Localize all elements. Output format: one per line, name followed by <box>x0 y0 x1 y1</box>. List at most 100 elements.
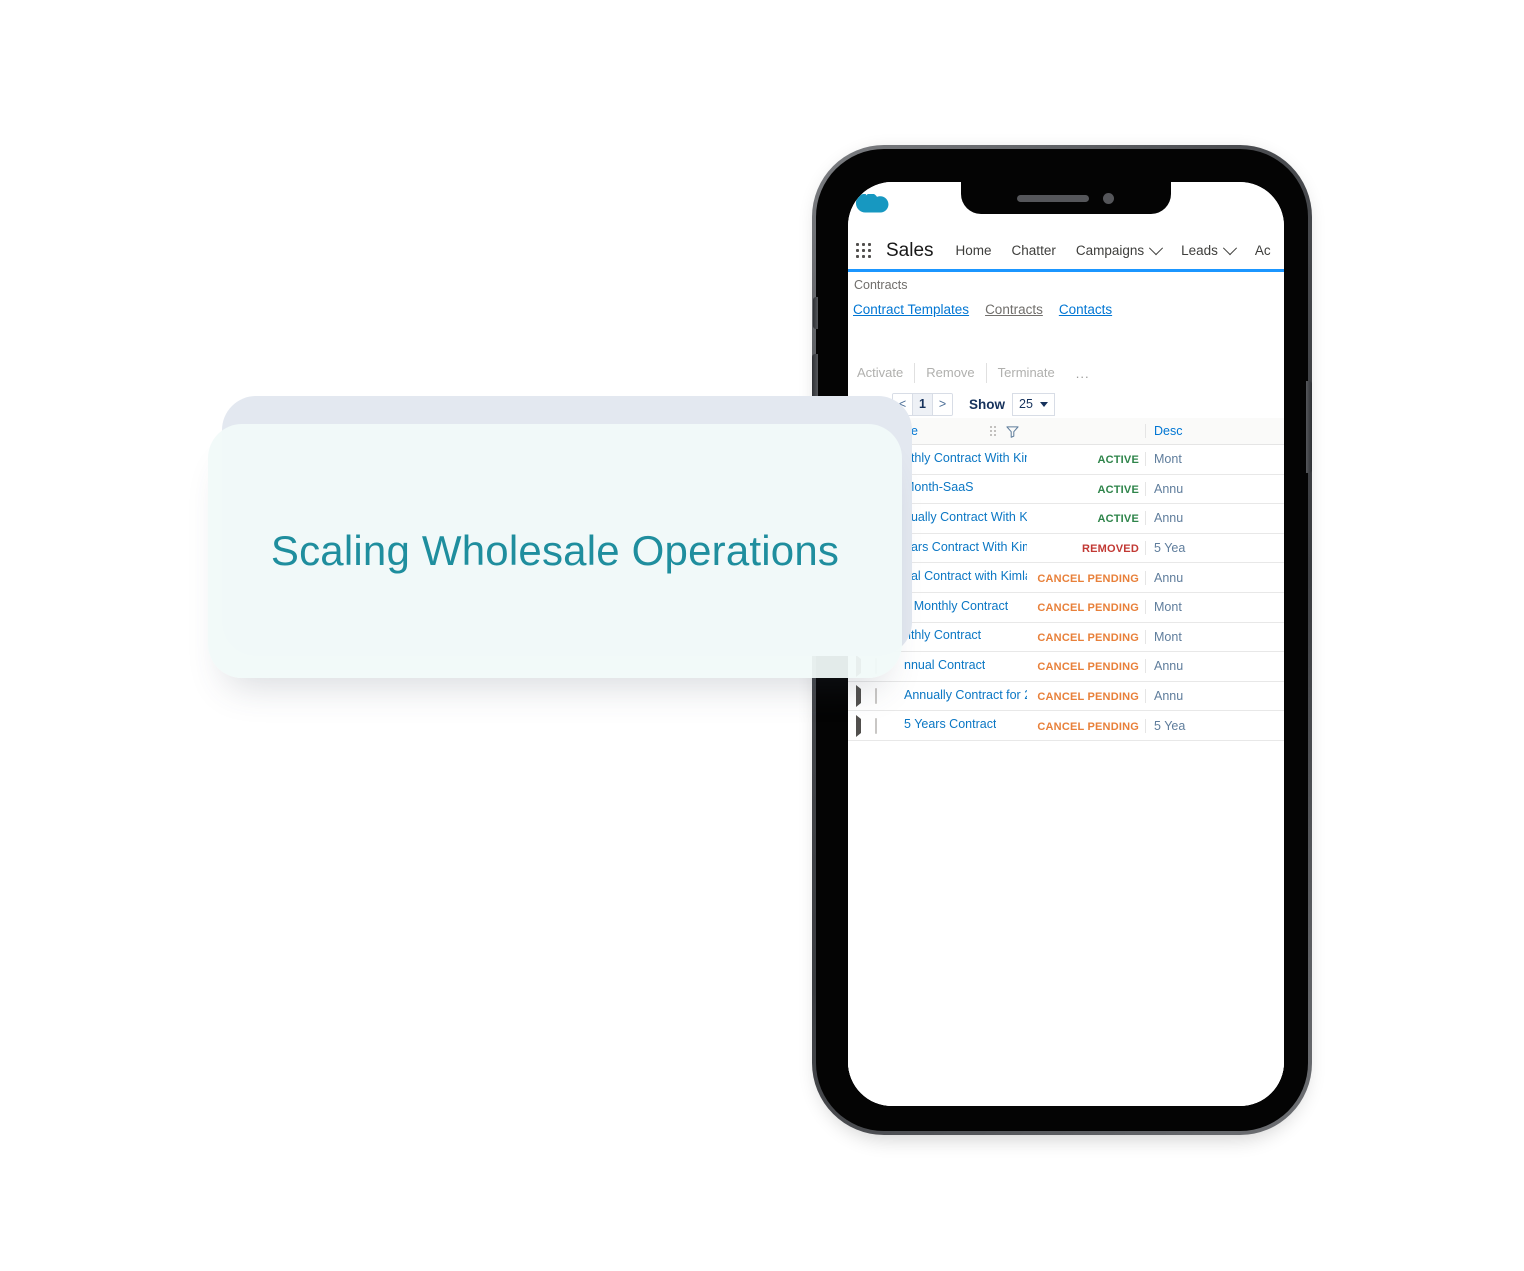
app-launcher-waffle-icon[interactable] <box>856 242 872 259</box>
table-row[interactable]: nthly Contract CANCEL PENDING Mont <box>848 622 1284 653</box>
terminate-button[interactable]: Terminate <box>987 363 1066 383</box>
row-status-cell: CANCEL PENDING <box>1027 689 1145 703</box>
page-size-select[interactable]: 25 <box>1012 392 1055 416</box>
description-text: Annu <box>1154 570 1184 585</box>
status-badge: CANCEL PENDING <box>1037 691 1139 704</box>
earpiece-speaker-icon <box>1017 195 1089 202</box>
checkbox-icon[interactable] <box>875 717 877 734</box>
table-row[interactable]: ears Contract With Kimla REMOVED 5 Yea <box>848 533 1284 564</box>
nav-item-label: Campaigns <box>1075 243 1145 258</box>
subtab-contract-templates[interactable]: Contract Templates <box>853 302 969 317</box>
row-name-cell: ual Contract with Kimla 2022 <box>896 569 1027 586</box>
status-badge: CANCEL PENDING <box>1037 602 1139 615</box>
row-description-cell: Annu <box>1145 511 1284 526</box>
nav-item-home[interactable]: Home <box>956 243 992 258</box>
record-action-toolbar: Activate Remove Terminate ... <box>848 360 1284 386</box>
record-name-link[interactable]: 5 Years Contract <box>904 717 996 731</box>
status-badge: CANCEL PENDING <box>1037 661 1139 674</box>
description-text: Annu <box>1154 481 1184 496</box>
status-badge: CANCEL PENDING <box>1037 631 1139 644</box>
description-text: Mont <box>1154 629 1182 644</box>
column-grip-icon[interactable] <box>990 426 997 436</box>
nav-item-leads[interactable]: Leads <box>1181 240 1237 258</box>
record-name-link[interactable]: nthly Contract With Kimla <box>904 451 1027 465</box>
filter-funnel-icon[interactable] <box>1006 425 1019 438</box>
nav-item-accounts[interactable]: Ac <box>1255 243 1271 258</box>
row-name-cell: v Monthly Contract <box>896 599 1027 616</box>
nav-item-label: Leads <box>1181 243 1218 258</box>
row-status-cell: REMOVED <box>1027 541 1145 555</box>
activate-button[interactable]: Activate <box>848 363 916 383</box>
row-expand-button[interactable] <box>848 714 870 737</box>
table-body: nthly Contract With Kimla ACTIVE Mont Month… <box>848 445 1284 741</box>
row-name-cell: nnual Contract <box>896 658 1027 675</box>
row-expand-button[interactable] <box>848 685 870 708</box>
remove-button[interactable]: Remove <box>915 363 987 383</box>
page-subtabs: Contract Templates Contracts Contacts <box>853 302 1112 317</box>
chevron-down-icon <box>1039 401 1048 407</box>
table-row[interactable]: 5 Years Contract CANCEL PENDING 5 Yea <box>848 711 1284 741</box>
description-text: Mont <box>1154 600 1182 615</box>
nav-item-label: Ac <box>1254 243 1271 258</box>
row-description-cell: Annu <box>1145 481 1284 496</box>
table-row[interactable]: v Monthly Contract CANCEL PENDING Mont <box>848 592 1284 623</box>
table-row[interactable]: ual Contract with Kimla 2022 CANCEL PENDI… <box>848 563 1284 593</box>
description-text: Annu <box>1154 511 1184 526</box>
nav-item-chatter[interactable]: Chatter <box>1012 243 1056 258</box>
record-name-link[interactable]: ears Contract With Kimla <box>904 540 1027 554</box>
row-select-checkbox[interactable] <box>870 717 896 734</box>
chevron-right-icon <box>856 714 861 737</box>
table-row[interactable]: Annually Contract for 2020 CANCEL PENDING… <box>848 681 1284 712</box>
row-name-cell: nthly Contract <box>896 628 1027 645</box>
chevron-down-icon[interactable] <box>1222 240 1237 255</box>
status-badge: ACTIVE <box>1097 454 1139 467</box>
page-size-value: 25 <box>1019 397 1033 411</box>
row-description-cell: 5 Yea <box>1145 541 1284 556</box>
row-name-cell: Month-SaaS <box>896 480 1027 497</box>
row-description-cell: Annu <box>1145 570 1284 585</box>
description-text: Mont <box>1154 452 1182 467</box>
row-select-checkbox[interactable] <box>870 688 896 705</box>
app-name-label: Sales <box>886 239 934 261</box>
status-badge: CANCEL PENDING <box>1037 720 1139 733</box>
record-name-link[interactable]: Month-SaaS <box>904 480 973 494</box>
row-description-cell: Mont <box>1145 629 1284 644</box>
nav-item-campaigns[interactable]: Campaigns <box>1075 240 1164 258</box>
title-card: Scaling Wholesale Operations <box>208 424 902 678</box>
current-page-number[interactable]: 1 <box>913 393 933 415</box>
row-description-cell: 5 Yea <box>1145 718 1284 733</box>
table-header-row: ne <box>848 418 1284 445</box>
subtab-contracts[interactable]: Contracts <box>985 302 1043 317</box>
row-status-cell: ACTIVE <box>1027 482 1145 496</box>
next-page-button[interactable]: > <box>933 393 952 415</box>
record-name-link[interactable]: v Monthly Contract <box>904 599 1008 613</box>
record-name-link[interactable]: Annually Contract for 2020 <box>904 688 1027 702</box>
row-description-cell: Annu <box>1145 689 1284 704</box>
name-column-header[interactable]: ne <box>896 424 1027 438</box>
table-row[interactable]: nually Contract With Kimla ACTIVE Annu <box>848 504 1284 534</box>
checkbox-icon[interactable] <box>875 688 877 705</box>
table-row[interactable]: nthly Contract With Kimla ACTIVE Mont <box>848 445 1284 475</box>
description-text: 5 Yea <box>1154 718 1186 733</box>
record-name-link[interactable]: nually Contract With Kimla <box>904 510 1027 524</box>
page-title: Scaling Wholesale Operations <box>270 527 840 574</box>
subtab-contacts[interactable]: Contacts <box>1059 302 1112 317</box>
table-pagination-top: < 1 > Show 25 <box>848 390 1284 418</box>
app-navigation-bar: Sales Home Chatter Campaigns Leads Ac <box>848 232 1284 272</box>
row-name-cell: nthly Contract With Kimla <box>896 451 1027 468</box>
status-badge: ACTIVE <box>1097 513 1139 526</box>
description-column-header[interactable]: Desc <box>1145 424 1284 438</box>
row-name-cell: ears Contract With Kimla <box>896 540 1027 557</box>
power-button[interactable] <box>1306 381 1312 473</box>
more-actions-button[interactable]: ... <box>1066 366 1100 381</box>
mute-switch-button[interactable] <box>813 297 818 329</box>
row-status-cell: CANCEL PENDING <box>1027 719 1145 733</box>
record-name-link[interactable]: ual Contract with Kimla 2022 <box>904 569 1027 583</box>
record-name-link[interactable]: nthly Contract <box>904 628 981 642</box>
description-column-label: Desc <box>1154 424 1183 438</box>
record-name-link[interactable]: nnual Contract <box>904 658 985 672</box>
table-row[interactable]: nnual Contract CANCEL PENDING Annu <box>848 652 1284 682</box>
table-row[interactable]: Month-SaaS ACTIVE Annu <box>848 474 1284 505</box>
salesforce-cloud-icon <box>855 193 890 220</box>
chevron-down-icon[interactable] <box>1149 240 1164 255</box>
